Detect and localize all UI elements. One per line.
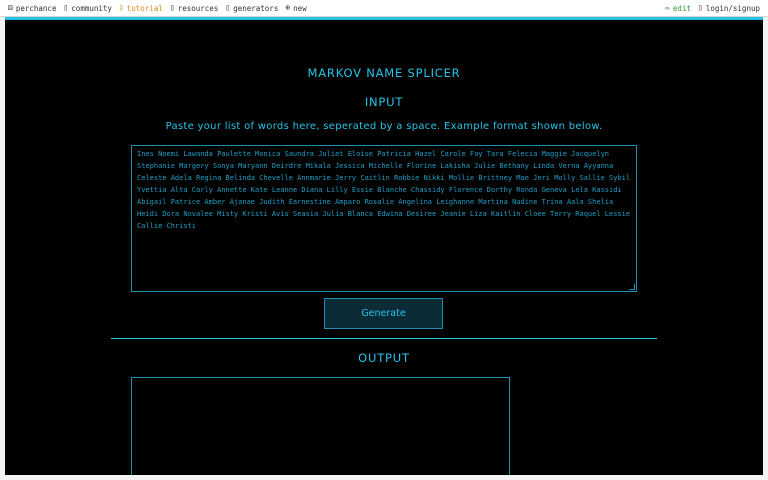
folder-icon: ▯ bbox=[169, 3, 175, 12]
nav-perchance-label: perchance bbox=[15, 3, 57, 13]
topbar-left: ⚄ perchance ▯ community ▯ tutorial ▯ res… bbox=[0, 4, 307, 13]
page-title: MARKOV NAME SPLICER bbox=[307, 66, 461, 80]
nav-tutorial[interactable]: ▯ tutorial bbox=[119, 4, 163, 13]
dice-icon: ⚄ bbox=[8, 3, 13, 12]
input-description: Paste your list of words here, seperated… bbox=[165, 121, 603, 132]
book-icon: ▯ bbox=[118, 3, 124, 12]
output-box[interactable] bbox=[131, 377, 510, 475]
nav-generators[interactable]: ▯ generators bbox=[225, 4, 278, 13]
nav-edit-label: edit bbox=[672, 3, 691, 13]
nav-community-label: community bbox=[71, 3, 112, 13]
output-heading: OUTPUT bbox=[358, 351, 410, 365]
nav-perchance[interactable]: ⚄ perchance bbox=[8, 4, 56, 13]
nav-new-label: new bbox=[293, 3, 307, 13]
nav-generators-label: generators bbox=[233, 3, 279, 13]
nav-login-signup-label: login/signup bbox=[705, 3, 760, 13]
plus-circle-icon: ⊕ bbox=[285, 3, 291, 12]
generator-output-frame: MARKOV NAME SPLICER INPUT Paste your lis… bbox=[5, 17, 763, 475]
nav-new[interactable]: ⊕ new bbox=[285, 4, 306, 13]
nav-login-signup[interactable]: ▯ login/signup bbox=[698, 4, 760, 13]
word-list-input-value: Ines Noemi Lawanda Paulette Monica Saund… bbox=[137, 150, 631, 230]
generate-button[interactable]: Generate bbox=[324, 298, 443, 329]
nav-resources-label: resources bbox=[177, 3, 219, 13]
word-list-input[interactable]: Ines Noemi Lawanda Paulette Monica Saund… bbox=[131, 145, 637, 292]
resize-handle-icon[interactable] bbox=[629, 284, 635, 290]
section-divider bbox=[111, 338, 657, 339]
pencil-icon: ✏ bbox=[665, 3, 670, 12]
nav-community[interactable]: ▯ community bbox=[63, 4, 111, 13]
nav-resources[interactable]: ▯ resources bbox=[170, 4, 218, 13]
nav-tutorial-label: tutorial bbox=[126, 3, 163, 13]
user-icon: ▯ bbox=[697, 3, 703, 12]
topbar-right: ✏ edit ▯ login/signup bbox=[665, 4, 768, 13]
top-navigation-bar: ⚄ perchance ▯ community ▯ tutorial ▯ res… bbox=[0, 0, 768, 17]
list-icon: ▯ bbox=[225, 3, 231, 12]
chat-icon: ▯ bbox=[63, 3, 69, 12]
nav-edit[interactable]: ✏ edit bbox=[665, 4, 691, 13]
input-heading: INPUT bbox=[364, 95, 404, 109]
